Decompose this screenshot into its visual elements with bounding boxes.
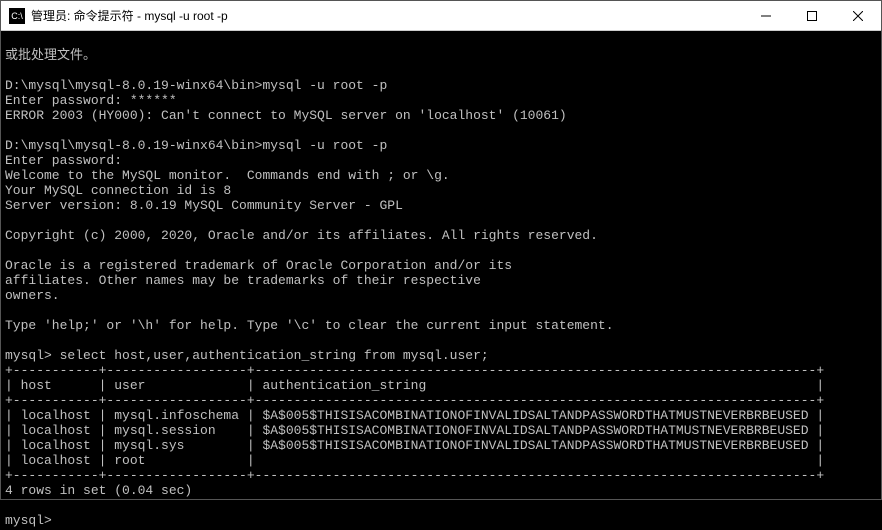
output-line: Copyright (c) 2000, 2020, Oracle and/or … [5,228,598,243]
window-buttons [743,1,881,30]
output-line: Server version: 8.0.19 MySQL Community S… [5,198,403,213]
output-line: 4 rows in set (0.04 sec) [5,483,192,498]
table-border: +-----------+------------------+--------… [5,363,824,378]
output-line: ERROR 2003 (HY000): Can't connect to MyS… [5,108,567,123]
cmd-icon: C:\ [9,8,25,24]
table-row: | localhost | mysql.session | $A$005$THI… [5,423,824,438]
minimize-button[interactable] [743,1,789,30]
table-row: | localhost | mysql.infoschema | $A$005$… [5,408,824,423]
table-header: | host | user | authentication_string | [5,378,824,393]
output-line: Oracle is a registered trademark of Orac… [5,258,512,273]
close-button[interactable] [835,1,881,30]
output-line: Enter password: ****** [5,93,177,108]
titlebar: C:\ 管理员: 命令提示符 - mysql -u root -p [1,1,881,31]
output-line: Type 'help;' or '\h' for help. Type '\c'… [5,318,614,333]
output-line: Your MySQL connection id is 8 [5,183,231,198]
table-border: +-----------+------------------+--------… [5,468,824,483]
output-line: D:\mysql\mysql-8.0.19-winx64\bin>mysql -… [5,138,387,153]
table-border: +-----------+------------------+--------… [5,393,824,408]
output-line: 或批处理文件。 [5,48,96,63]
output-line: D:\mysql\mysql-8.0.19-winx64\bin>mysql -… [5,78,387,93]
output-line: owners. [5,288,60,303]
table-row: | localhost | mysql.sys | $A$005$THISISA… [5,438,824,453]
output-line: Enter password: [5,153,122,168]
window-title: 管理员: 命令提示符 - mysql -u root -p [31,7,743,24]
output-line: mysql> select host,user,authentication_s… [5,348,489,363]
prompt-line[interactable]: mysql> [5,513,60,528]
table-row: | localhost | root | | [5,453,824,468]
output-line: affiliates. Other names may be trademark… [5,273,481,288]
maximize-button[interactable] [789,1,835,30]
terminal-output[interactable]: 或批处理文件。 D:\mysql\mysql-8.0.19-winx64\bin… [1,31,881,530]
output-line: Welcome to the MySQL monitor. Commands e… [5,168,450,183]
